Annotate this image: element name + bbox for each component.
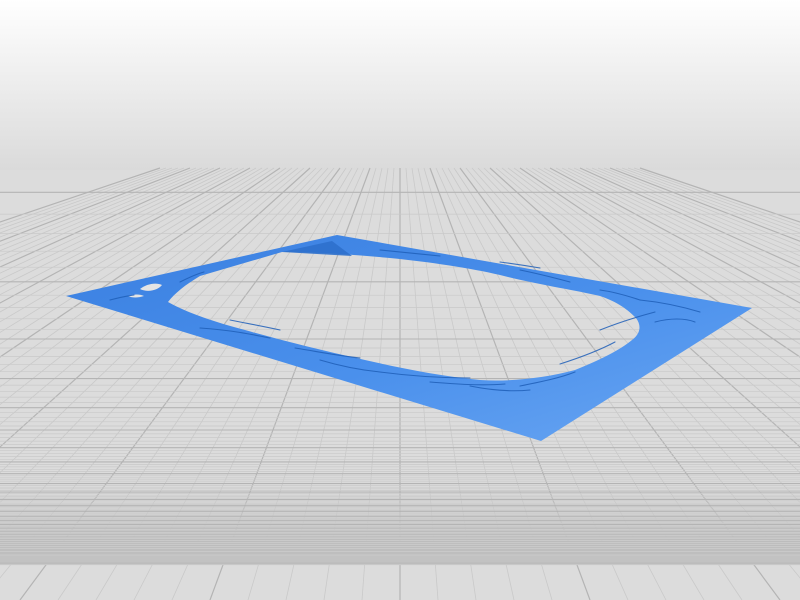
sky-background: [0, 0, 800, 175]
viewport-canvas[interactable]: [0, 0, 800, 600]
3d-viewport[interactable]: [0, 0, 800, 600]
